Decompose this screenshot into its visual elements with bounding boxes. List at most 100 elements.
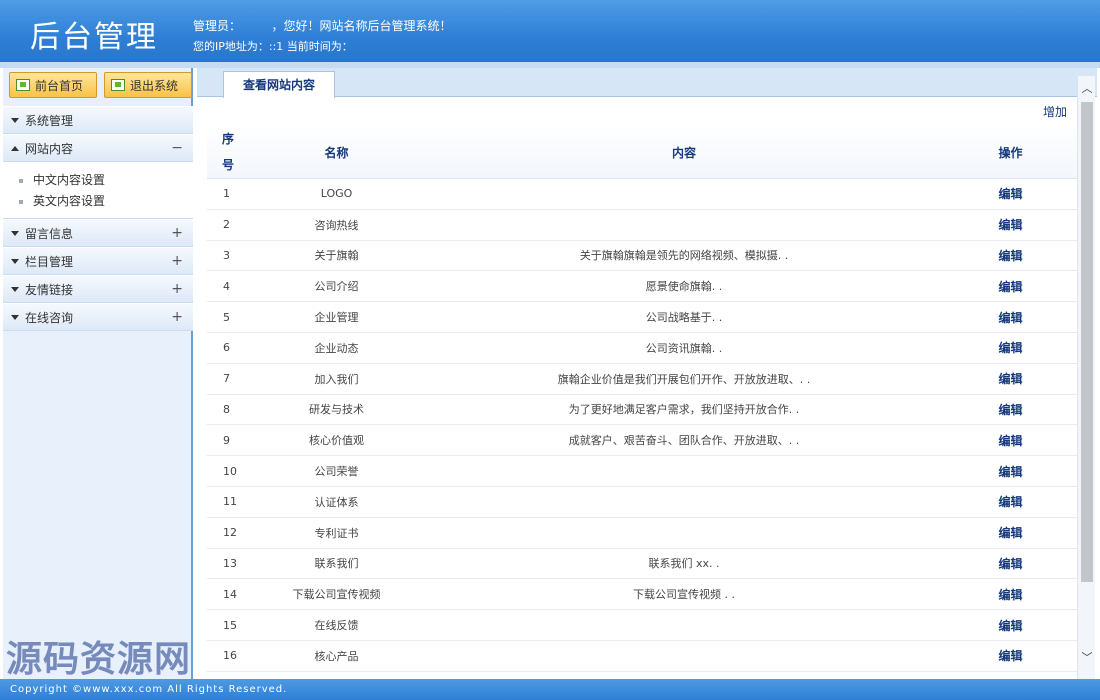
- expand-toggle-icon[interactable]: +: [171, 281, 183, 297]
- row-edit-link[interactable]: 编辑: [944, 609, 1077, 641]
- row-edit-link[interactable]: 编辑: [944, 578, 1077, 611]
- expand-arrow-icon: [11, 145, 19, 151]
- column-header-op: 操作: [944, 126, 1077, 179]
- exit-icon: [111, 79, 125, 91]
- expand-toggle-icon[interactable]: +: [171, 309, 183, 325]
- row-number: 5: [207, 301, 249, 333]
- row-edit-link[interactable]: 编辑: [944, 424, 1077, 457]
- row-content: 下载公司宣传视频 . .: [424, 578, 944, 611]
- welcome-text: 管理员： ，您好！网站名称后台管理系统！: [193, 19, 452, 33]
- watermark: 源码资源网: [6, 639, 192, 680]
- table-row: 5 企业管理 公司战略基于. . 编辑: [207, 301, 1077, 333]
- scroll-down-icon[interactable]: ﹀: [1078, 649, 1096, 667]
- table-row: 16 核心产品 编辑: [207, 640, 1077, 672]
- footer-copyright: Copyright ©www.xxx.com All Rights Reserv…: [0, 679, 1100, 700]
- row-name: 专利证书: [249, 517, 424, 549]
- row-edit-link[interactable]: 编辑: [944, 178, 1077, 210]
- row-content: [424, 209, 944, 241]
- add-link[interactable]: 增加: [1043, 103, 1067, 120]
- app-title: 后台管理: [30, 20, 158, 55]
- menu-item-system[interactable]: 系统管理: [3, 106, 193, 134]
- row-content: [424, 517, 944, 549]
- row-edit-link[interactable]: 编辑: [944, 363, 1077, 395]
- row-number: 9: [207, 424, 249, 457]
- content-table: 序号 名称 内容 操作 1 LOGO 编辑 2 咨询热线 编辑 3 关于旗翰 关于旗翰旗翰是领先…: [207, 126, 1077, 672]
- collapse-toggle-icon[interactable]: −: [171, 140, 183, 156]
- table-row: 12 专利证书 编辑: [207, 517, 1077, 549]
- row-edit-link[interactable]: 编辑: [944, 394, 1077, 426]
- row-name: 在线反馈: [249, 609, 424, 641]
- row-content: [424, 640, 944, 672]
- collapse-arrow-icon: [11, 286, 19, 292]
- row-number: 16: [207, 640, 249, 672]
- expand-toggle-icon[interactable]: +: [171, 253, 183, 269]
- row-content: 成就客户、艰苦奋斗、团队合作、开放进取、. .: [424, 424, 944, 457]
- menu-item-site-content[interactable]: 网站内容 −: [3, 134, 193, 162]
- row-edit-link[interactable]: 编辑: [944, 270, 1077, 303]
- expand-toggle-icon[interactable]: +: [171, 225, 183, 241]
- table-body: 1 LOGO 编辑 2 咨询热线 编辑 3 关于旗翰 关于旗翰旗翰是领先的网络视频、模拟摄. .…: [207, 178, 1077, 672]
- home-button[interactable]: 前台首页: [9, 72, 97, 98]
- vertical-scrollbar[interactable]: ︿ ﹀: [1077, 76, 1095, 679]
- row-number: 3: [207, 240, 249, 272]
- row-number: 1: [207, 178, 249, 210]
- table-row: 7 加入我们 旗翰企业价值是我们开展包们开作、开放放进取、. . 编辑: [207, 363, 1077, 395]
- table-row: 14 下载公司宣传视频 下载公司宣传视频 . . 编辑: [207, 578, 1077, 611]
- row-number: 15: [207, 609, 249, 641]
- submenu-site-content: 中文内容设置 英文内容设置: [3, 162, 193, 219]
- row-name: 咨询热线: [249, 209, 424, 241]
- row-edit-link[interactable]: 编辑: [944, 517, 1077, 549]
- content-table-wrapper: 序号 名称 内容 操作 1 LOGO 编辑 2 咨询热线 编辑 3 关于旗翰 关于旗翰旗翰是领先…: [207, 126, 1077, 679]
- submenu-item-label: 英文内容设置: [33, 194, 106, 208]
- column-header-no: 序号: [207, 126, 249, 179]
- submenu-item-chinese[interactable]: 中文内容设置: [3, 170, 193, 191]
- row-content: 公司资讯旗翰. .: [424, 332, 944, 364]
- submenu-item-english[interactable]: 英文内容设置: [3, 191, 193, 212]
- menu-item-label: 系统管理: [25, 113, 74, 128]
- menu-item-label: 友情链接: [25, 282, 74, 297]
- row-edit-link[interactable]: 编辑: [944, 209, 1077, 241]
- row-edit-link[interactable]: 编辑: [944, 640, 1077, 672]
- menu-item-columns[interactable]: 栏目管理 +: [3, 247, 193, 275]
- row-number: 11: [207, 486, 249, 518]
- row-edit-link[interactable]: 编辑: [944, 548, 1077, 580]
- menu-item-links[interactable]: 友情链接 +: [3, 275, 193, 303]
- menu-item-label: 在线咨询: [25, 310, 74, 325]
- row-name: 加入我们: [249, 363, 424, 395]
- bullet-icon: [19, 199, 23, 204]
- scrollbar-thumb[interactable]: [1081, 102, 1093, 582]
- row-edit-link[interactable]: 编辑: [944, 486, 1077, 518]
- row-edit-link[interactable]: 编辑: [944, 240, 1077, 272]
- row-content: 关于旗翰旗翰是领先的网络视频、模拟摄. .: [424, 240, 944, 272]
- table-row: 15 在线反馈 编辑: [207, 609, 1077, 641]
- submenu-item-label: 中文内容设置: [33, 173, 106, 187]
- main-panel: 查看网站内容 增加 序号 名称 内容 操作 1 LOGO 编辑 2 咨询热线 编辑 3 关于旗…: [197, 68, 1097, 679]
- menu-item-label: 留言信息: [25, 226, 74, 241]
- row-edit-link[interactable]: 编辑: [944, 332, 1077, 364]
- table-row: 6 企业动态 公司资讯旗翰. . 编辑: [207, 332, 1077, 364]
- row-name: 企业动态: [249, 332, 424, 364]
- row-content: 愿景使命旗翰. .: [424, 270, 944, 303]
- row-name: 认证体系: [249, 486, 424, 518]
- header-bar: 后台管理 管理员： ，您好！网站名称后台管理系统！ 您的IP地址为：::1 当前…: [0, 0, 1100, 62]
- row-edit-link[interactable]: 编辑: [944, 301, 1077, 333]
- menu-item-messages[interactable]: 留言信息 +: [3, 219, 193, 247]
- row-number: 14: [207, 578, 249, 611]
- row-edit-link[interactable]: 编辑: [944, 455, 1077, 487]
- menu-item-label: 网站内容: [25, 141, 74, 156]
- table-row: 9 核心价值观 成就客户、艰苦奋斗、团队合作、开放进取、. . 编辑: [207, 424, 1077, 457]
- exit-button-label: 退出系统: [130, 78, 179, 93]
- tab-bar: 查看网站内容: [197, 68, 1097, 98]
- row-name: 核心产品: [249, 640, 424, 672]
- row-name: 公司荣誉: [249, 455, 424, 487]
- row-name: 企业管理: [249, 301, 424, 333]
- scroll-up-icon[interactable]: ︿: [1078, 80, 1096, 98]
- exit-button[interactable]: 退出系统: [104, 72, 192, 98]
- menu-item-consult[interactable]: 在线咨询 +: [3, 303, 193, 331]
- row-name: 公司介绍: [249, 270, 424, 303]
- column-header-name: 名称: [249, 126, 424, 179]
- row-content: [424, 455, 944, 487]
- tab-view-content[interactable]: 查看网站内容: [223, 71, 335, 98]
- row-content: 旗翰企业价值是我们开展包们开作、开放放进取、. .: [424, 363, 944, 395]
- row-number: 8: [207, 394, 249, 426]
